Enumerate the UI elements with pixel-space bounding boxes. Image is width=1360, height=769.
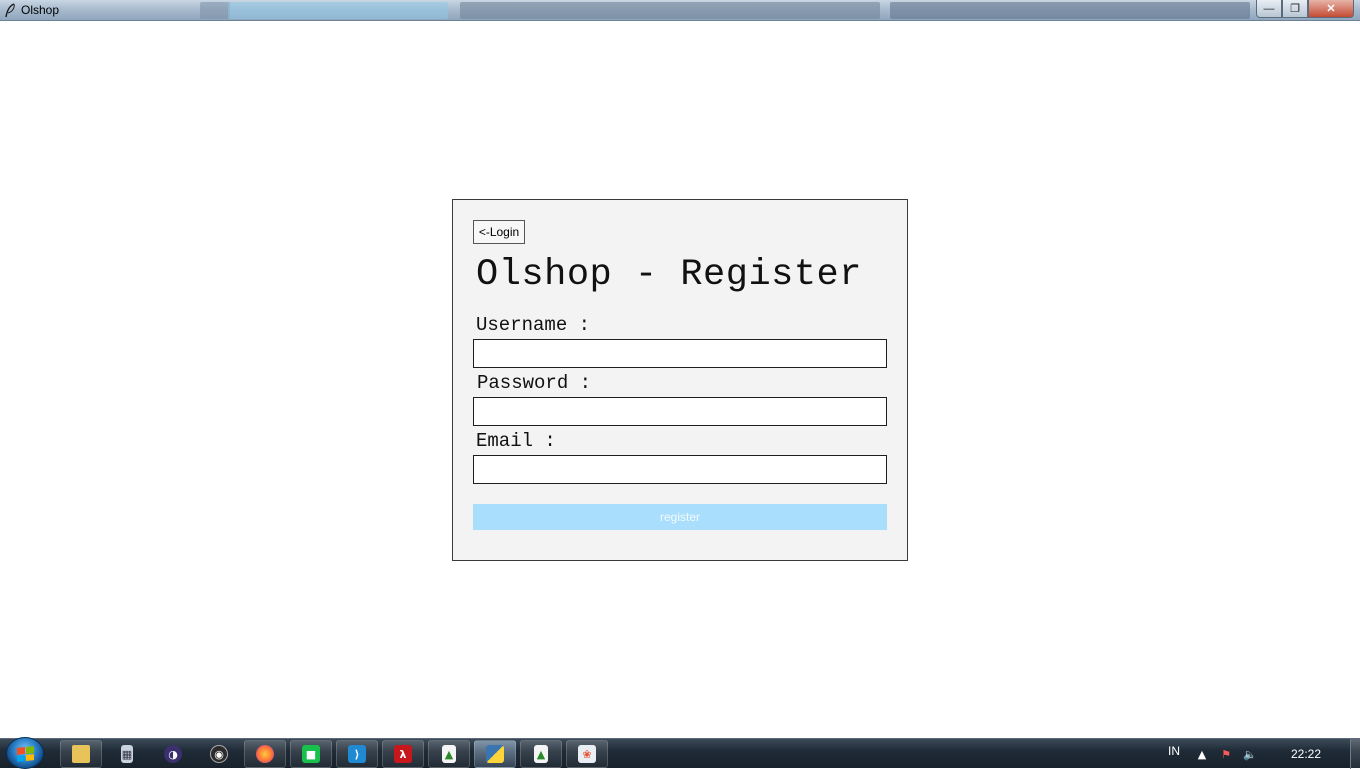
taskbar-item-python[interactable] [474, 740, 516, 768]
close-button[interactable]: ✕ [1308, 0, 1354, 18]
volume-icon[interactable]: 🔈 [1243, 747, 1257, 761]
register-button[interactable]: register [473, 504, 887, 530]
windows-logo-icon [17, 746, 34, 762]
paint-icon: ❀ [578, 745, 596, 763]
taskbar-item-app-feather-2[interactable]: ▲ [520, 740, 562, 768]
taskbar: ▦ ◑ ◉ ■ ⟩ λ ▲ ▲ ❀ IN ▲ ⚑ 🔈 22:22 [0, 737, 1360, 769]
minimize-icon: — [1263, 2, 1275, 15]
obs-icon: ◉ [210, 745, 228, 763]
firefox-icon [256, 745, 274, 763]
window-controls: — ❐ ✕ [1256, 0, 1354, 18]
taskbar-item-vscode[interactable]: ⟩ [336, 740, 378, 768]
feather-icon: ▲ [442, 745, 456, 763]
calculator-icon: ▦ [121, 745, 133, 763]
restore-button[interactable]: ❐ [1282, 0, 1308, 18]
start-button[interactable] [6, 737, 44, 769]
taskbar-item-obs[interactable]: ◉ [198, 740, 240, 768]
taskbar-item-app-feather[interactable]: ▲ [428, 740, 470, 768]
back-to-login-button[interactable]: <-Login [473, 220, 525, 244]
close-icon: ✕ [1326, 3, 1336, 15]
username-input[interactable] [473, 339, 887, 368]
language-indicator[interactable]: IN [1168, 744, 1180, 758]
taskbar-item-line[interactable]: ■ [290, 740, 332, 768]
title-bar: Olshop — ❐ ✕ [0, 0, 1360, 21]
taskbar-item-acrobat[interactable]: λ [382, 740, 424, 768]
taskbar-item-calculator[interactable]: ▦ [106, 740, 148, 768]
taskbar-item-eclipse[interactable]: ◑ [152, 740, 194, 768]
page-title: Olshop - Register [476, 254, 862, 296]
clock[interactable]: 22:22 [1291, 747, 1321, 761]
password-label: Password : [477, 372, 592, 394]
python-icon [486, 745, 504, 763]
pdf-icon: λ [394, 745, 412, 763]
taskbar-item-firefox[interactable] [244, 740, 286, 768]
restore-icon: ❐ [1290, 3, 1300, 15]
background-blur [460, 2, 880, 19]
feather-icon: ▲ [534, 745, 548, 763]
eclipse-icon: ◑ [164, 745, 182, 763]
register-panel: <-Login Olshop - Register Username : Pas… [452, 199, 908, 561]
feather-icon [5, 3, 15, 18]
vscode-icon: ⟩ [348, 745, 366, 763]
taskbar-item-paint[interactable]: ❀ [566, 740, 608, 768]
background-blur [228, 2, 448, 19]
username-label: Username : [476, 314, 591, 336]
window-title: Olshop [21, 3, 60, 17]
show-desktop-button[interactable] [1350, 739, 1360, 769]
background-blur [200, 2, 230, 19]
background-blur [890, 2, 1250, 19]
email-input[interactable] [473, 455, 887, 484]
tray-expand-icon[interactable]: ▲ [1195, 747, 1209, 761]
taskbar-item-file-explorer[interactable] [60, 740, 102, 768]
network-error-icon[interactable]: ⚑ [1219, 747, 1233, 761]
email-label: Email : [476, 430, 556, 452]
password-input[interactable] [473, 397, 887, 426]
chat-icon: ■ [302, 745, 320, 763]
minimize-button[interactable]: — [1256, 0, 1282, 18]
folder-icon [72, 745, 90, 763]
